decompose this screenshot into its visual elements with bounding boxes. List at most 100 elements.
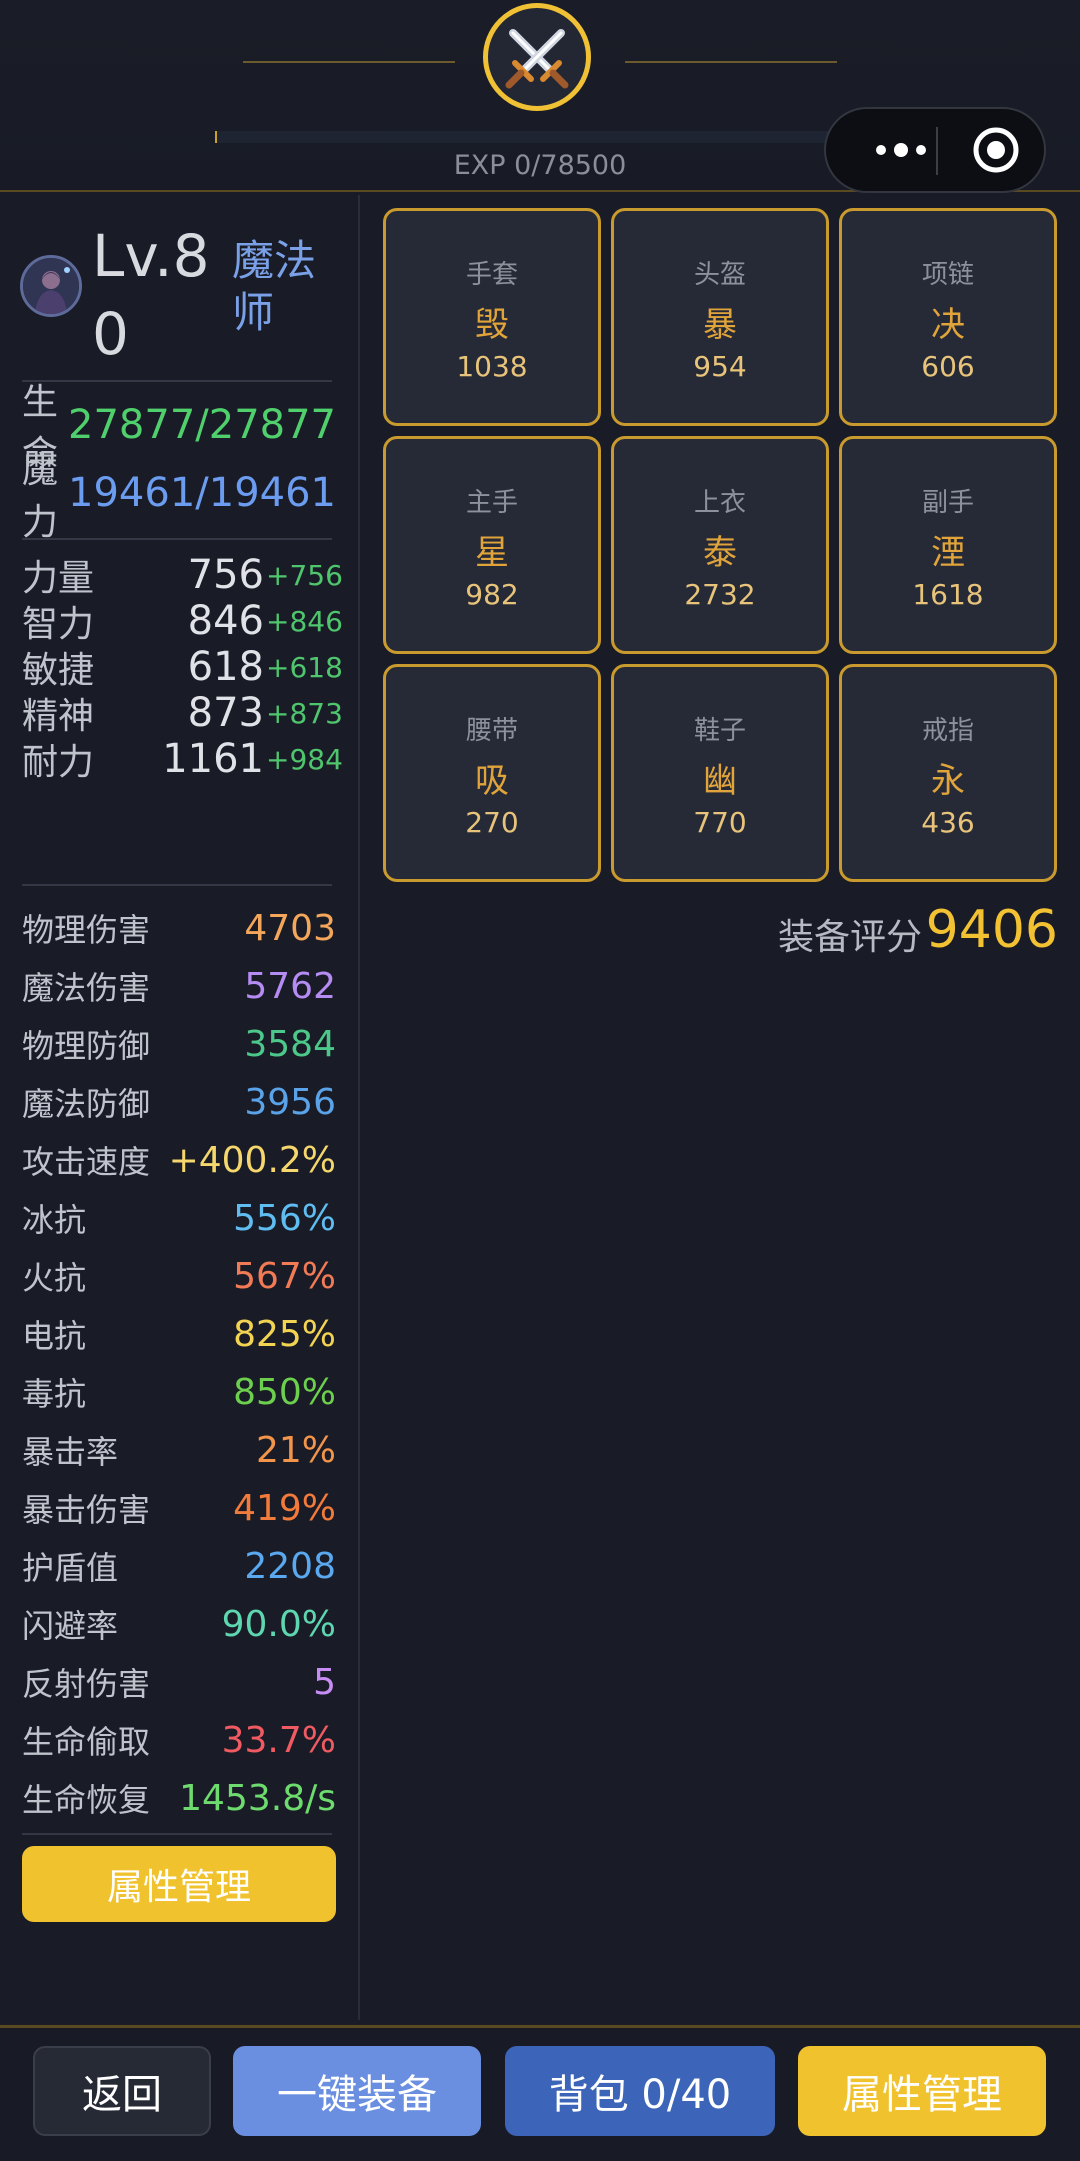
header-line-left: [243, 61, 455, 63]
stat-label: 暴击伤害: [22, 1491, 151, 1529]
equipment-slot[interactable]: 手套毁 1038: [383, 208, 601, 426]
equipment-item-score: 270: [465, 806, 519, 839]
stat-label: 反射伤害: [22, 1665, 151, 1703]
exp-bar: [215, 131, 835, 143]
stat-value: 1453.8/s: [179, 1777, 336, 1819]
equipment-slot[interactable]: 项链决 606: [839, 208, 1057, 426]
crossed-swords-icon: [483, 3, 591, 111]
equipment-item-score: 1038: [456, 350, 528, 383]
equipment-item-score: 436: [921, 806, 975, 839]
back-button[interactable]: 返回: [33, 2046, 211, 2136]
attribute-label: 耐力: [22, 742, 95, 783]
stat-row: 闪避率 90.0%: [22, 1601, 336, 1647]
attribute-label: 力量: [22, 558, 95, 599]
stat-row: 生命偷取 33.7%: [22, 1717, 336, 1763]
equipment-slot[interactable]: 副手湮 1618: [839, 436, 1057, 654]
auto-equip-button[interactable]: 一键装备: [233, 2046, 481, 2136]
character-class: 魔法师: [232, 236, 317, 337]
attribute-value: 618: [187, 644, 264, 690]
stat-row: 护盾值 2208: [22, 1543, 336, 1589]
stat-value: 90.0%: [221, 1603, 336, 1645]
attribute-bonus: +873: [266, 696, 343, 730]
stat-label: 火抗: [22, 1259, 87, 1297]
attribute-manage-button[interactable]: 属性管理: [22, 1846, 336, 1922]
character-panel: Lv.80 魔法师 生命 27877/27877 魔力 19461/19461 …: [0, 195, 360, 2020]
stat-row: 魔法防御 3956: [22, 1079, 336, 1125]
stat-row: 电抗 825%: [22, 1311, 336, 1357]
stat-label: 暴击率: [22, 1433, 119, 1471]
equipment-slot[interactable]: 鞋子幽 770: [611, 664, 829, 882]
mage-avatar-icon: [20, 255, 82, 317]
stat-label: 物理伤害: [22, 911, 151, 949]
equipment-slot-name: 戒指: [921, 716, 974, 746]
target-circle-icon[interactable]: [946, 109, 1046, 191]
attribute-bonus: +618: [266, 650, 343, 684]
mini-program-capsule: [824, 107, 1046, 193]
equipment-item-score: 770: [693, 806, 747, 839]
divider: [22, 380, 332, 382]
equipment-item-char: 泰: [703, 533, 737, 573]
stat-row: 魔法伤害 5762: [22, 963, 336, 1009]
equipment-item-char: 星: [475, 533, 509, 573]
mp-label: 魔力: [22, 450, 59, 543]
equipment-slot[interactable]: 主手星 982: [383, 436, 601, 654]
attribute-row: 力量 756 +756: [22, 552, 343, 599]
equipment-slot[interactable]: 腰带吸 270: [383, 664, 601, 882]
attribute-row: 精神 873 +873: [22, 690, 343, 737]
equipment-slot-name: 副手: [921, 488, 974, 518]
mp-row: 魔力 19461/19461: [22, 450, 336, 543]
equipment-item-char: 决: [931, 305, 965, 345]
attribute-row: 智力 846 +846: [22, 598, 343, 645]
stat-row: 毒抗 850%: [22, 1369, 336, 1415]
more-dots-icon[interactable]: [856, 109, 946, 191]
hp-value: 27877/27877: [68, 402, 336, 448]
equipment-slot-name: 手套: [465, 260, 518, 290]
stat-row: 暴击伤害 419%: [22, 1485, 336, 1531]
exp-bar-fill: [215, 131, 217, 143]
equipment-item-char: 湮: [931, 533, 965, 573]
attribute-row: 耐力 1161 +984: [22, 736, 343, 783]
stat-label: 魔法防御: [22, 1085, 151, 1123]
stat-row: 火抗 567%: [22, 1253, 336, 1299]
equipment-slot[interactable]: 上衣泰 2732: [611, 436, 829, 654]
attribute-value: 846: [187, 598, 264, 644]
attribute-value: 756: [187, 552, 264, 598]
stat-row: 反射伤害 5: [22, 1659, 336, 1705]
attribute-manage-footer-button[interactable]: 属性管理: [798, 2046, 1046, 2136]
stat-row: 暴击率 21%: [22, 1427, 336, 1473]
stat-label: 物理防御: [22, 1027, 151, 1065]
equipment-slot-name: 头盔: [693, 260, 746, 290]
stat-label: 闪避率: [22, 1607, 119, 1645]
stat-row: 物理伤害 4703: [22, 905, 336, 951]
attribute-bonus: +756: [266, 558, 343, 592]
attribute-label: 敏捷: [22, 650, 95, 691]
equip-score-value: 9406: [925, 900, 1058, 960]
attribute-value: 1161: [162, 736, 264, 782]
attribute-value: 873: [187, 690, 264, 736]
equipment-item-score: 982: [465, 578, 519, 611]
stat-label: 毒抗: [22, 1375, 87, 1413]
divider: [22, 538, 332, 540]
stat-value: 5762: [244, 965, 336, 1007]
equipment-slot-name: 主手: [465, 488, 518, 518]
stat-label: 生命偷取: [22, 1723, 151, 1761]
stat-value: 3584: [244, 1023, 336, 1065]
bag-button[interactable]: 背包 0/40: [505, 2046, 775, 2136]
equipment-item-char: 暴: [703, 305, 737, 345]
stat-label: 攻击速度: [22, 1143, 151, 1181]
equipment-slot-name: 腰带: [465, 716, 518, 746]
stat-value: 2208: [244, 1545, 336, 1587]
stat-value: 4703: [244, 907, 336, 949]
attribute-label: 智力: [22, 604, 95, 645]
equipment-slot[interactable]: 头盔暴 954: [611, 208, 829, 426]
stat-value: 3956: [244, 1081, 336, 1123]
equipment-item-score: 1618: [912, 578, 984, 611]
top-bar: EXP 0/78500: [0, 0, 1080, 193]
equipment-item-char: 吸: [475, 761, 509, 801]
stat-row: 物理防御 3584: [22, 1021, 336, 1067]
divider: [22, 884, 332, 886]
stat-value: 33.7%: [221, 1719, 336, 1761]
attribute-bonus: +846: [266, 604, 343, 638]
equipment-slot[interactable]: 戒指永 436: [839, 664, 1057, 882]
stat-row: 生命恢复 1453.8/s: [22, 1775, 336, 1821]
